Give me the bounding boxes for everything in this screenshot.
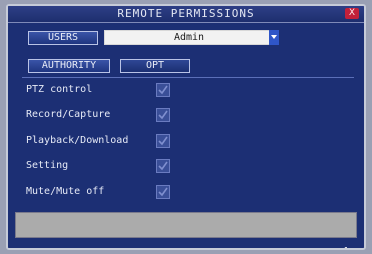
user-dropdown[interactable]: Admin (104, 30, 279, 45)
permission-label-playback-download: Playback/Download (26, 135, 129, 146)
users-button[interactable]: USERS (28, 31, 98, 45)
tab-opt[interactable]: OPT (120, 59, 190, 73)
selected-user-value: Admin (173, 32, 205, 43)
dialog-title: REMOTE PERMISSIONS (117, 7, 255, 20)
checkmark-icon (158, 187, 168, 197)
checkmark-icon (158, 161, 168, 171)
mute-checkbox[interactable] (156, 185, 170, 199)
close-button[interactable]: X (345, 8, 359, 19)
chevron-down-icon[interactable] (269, 30, 279, 45)
playback-download-checkbox[interactable] (156, 134, 170, 148)
tab-authority[interactable]: AUTHORITY (28, 59, 110, 73)
status-bar (15, 212, 357, 238)
permission-label-setting: Setting (26, 160, 69, 171)
permission-label-ptz-control: PTZ control (26, 84, 93, 95)
record-capture-checkbox[interactable] (156, 108, 170, 122)
permission-label-record-capture: Record/Capture (26, 109, 111, 120)
confirm-button[interactable] (324, 241, 356, 248)
checkmark-icon (158, 85, 168, 95)
ptz-control-checkbox[interactable] (156, 83, 170, 97)
checkmark-icon (158, 136, 168, 146)
remote-permissions-dialog: REMOTE PERMISSIONS X USERS Admin AUTHORI… (6, 4, 366, 250)
checkmark-icon (344, 247, 347, 248)
section-divider (22, 77, 354, 78)
permission-label-mute: Mute/Mute off (26, 186, 105, 197)
footer-strip (8, 238, 364, 248)
checkmark-icon (158, 110, 168, 120)
setting-checkbox[interactable] (156, 159, 170, 173)
title-bar: REMOTE PERMISSIONS X (8, 6, 364, 23)
